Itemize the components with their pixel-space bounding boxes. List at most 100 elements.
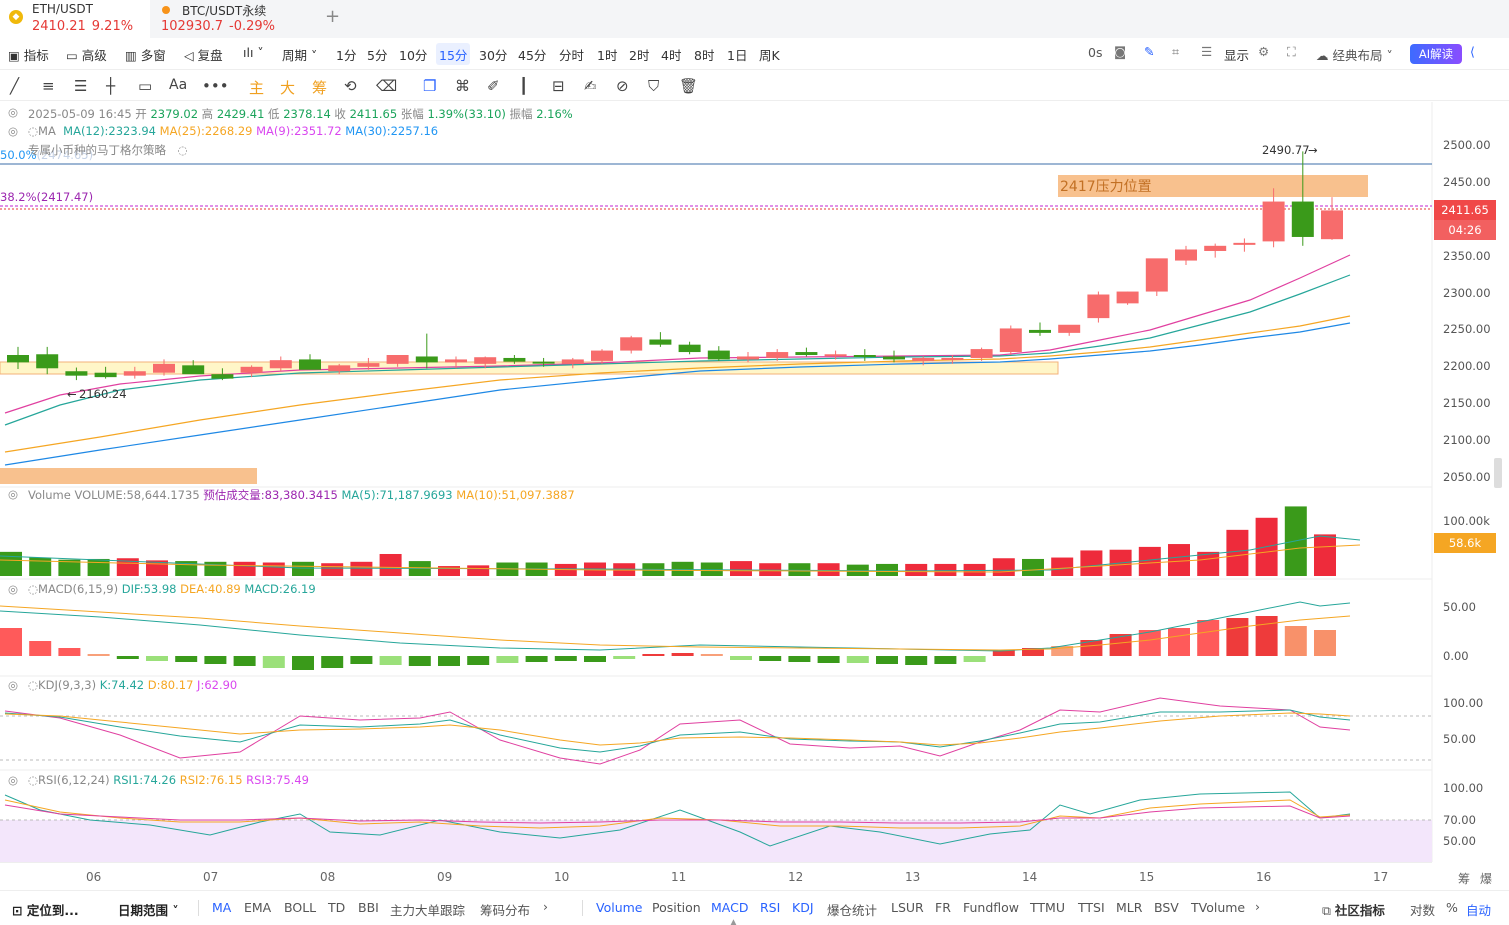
sub-indicator-lsur[interactable]: LSUR [891, 900, 924, 915]
candle[interactable] [1291, 201, 1314, 237]
candle[interactable] [182, 365, 205, 375]
interval-10m[interactable]: 10分 [399, 45, 427, 64]
chart-type-button[interactable]: ılı ˅ [243, 45, 264, 60]
candle[interactable] [1262, 201, 1285, 242]
main-indicator-chips[interactable]: 筹码分布 [480, 900, 530, 919]
interval-timeline[interactable]: 分时 [559, 45, 584, 64]
candle[interactable] [766, 352, 789, 358]
scroll-right-icon[interactable]: › [1255, 899, 1260, 914]
candle[interactable] [1087, 294, 1110, 319]
volume-bar[interactable] [321, 563, 344, 576]
scroll-right-icon[interactable]: › [543, 899, 548, 914]
advanced-button[interactable]: ▭ 高级 [66, 45, 107, 64]
candle[interactable] [299, 359, 321, 370]
sub-indicator-fr[interactable]: FR [935, 900, 951, 915]
collapse-handle-icon[interactable]: ▲ [730, 918, 737, 925]
candle[interactable] [1321, 210, 1343, 240]
main-indicator-ema[interactable]: EMA [244, 900, 271, 915]
tab-eth-usdt[interactable]: ◆ ETH/USDT 2410.21 9.21% [0, 0, 150, 38]
camera-icon[interactable]: ◙ [1114, 44, 1126, 59]
volume-bar[interactable] [350, 561, 373, 576]
volume-bar[interactable] [992, 558, 1015, 576]
channel-tool-icon[interactable]: ☰ [74, 77, 87, 95]
kdj-toggle-icon[interactable]: ◎ [8, 678, 18, 692]
candle[interactable] [707, 350, 730, 360]
interval-30m[interactable]: 30分 [479, 45, 507, 64]
list-icon[interactable]: ☰ [1201, 44, 1212, 59]
chips-axis-toggle[interactable]: 筹 [1458, 870, 1470, 887]
candle[interactable] [1058, 324, 1081, 333]
candle[interactable] [1029, 329, 1051, 333]
sub-indicator-tvolume[interactable]: TVolume [1191, 900, 1245, 915]
candle[interactable] [532, 361, 555, 364]
volume-bar[interactable] [817, 563, 840, 576]
hline-tool-icon[interactable]: ≡ [42, 77, 55, 95]
candle[interactable] [561, 359, 584, 364]
pencil-icon[interactable]: ✎ [1144, 44, 1154, 59]
hide-icon[interactable]: ⊘ [616, 77, 629, 95]
candle[interactable] [415, 356, 438, 363]
brush-icon[interactable]: ✐ [487, 77, 500, 95]
volume-bar[interactable] [29, 557, 52, 576]
axis-scroll-handle[interactable] [1494, 458, 1502, 488]
macd-toggle-icon[interactable]: ◎ [8, 582, 18, 596]
ray-tool-icon[interactable]: ┼ [106, 77, 115, 95]
sub-indicator-liquidation[interactable]: 爆仓统计 [827, 900, 877, 919]
volume-bar[interactable] [467, 565, 490, 576]
candle[interactable] [912, 357, 935, 361]
volume-bar[interactable] [379, 553, 402, 576]
replay-button[interactable]: ◁ 复盘 [184, 45, 223, 64]
interval-8h[interactable]: 8时 [694, 45, 714, 64]
link-icon[interactable]: ⌘ [455, 77, 470, 95]
volume-bar[interactable] [934, 563, 957, 576]
volume-bar[interactable] [730, 561, 752, 576]
volume-bar[interactable] [1226, 529, 1249, 576]
settings-icon[interactable]: ⚙ [1258, 44, 1269, 59]
big-order-toggle[interactable]: 大 [280, 77, 295, 98]
indicators-button[interactable]: ▣ 指标 [8, 45, 49, 64]
main-indicator-bigorder[interactable]: 主力大单跟踪 [390, 900, 465, 919]
community-indicators-button[interactable]: ⧉ 社区指标 [1322, 900, 1385, 919]
sub-indicator-ttsi[interactable]: TTSI [1078, 900, 1105, 915]
main-indicator-boll[interactable]: BOLL [284, 900, 316, 915]
volume-bar[interactable] [0, 551, 22, 576]
text-tool-icon[interactable]: Aa [169, 77, 187, 93]
candle[interactable] [153, 363, 175, 373]
interval-1d[interactable]: 1日 [727, 45, 747, 64]
candle[interactable] [1145, 258, 1168, 292]
volume-bar[interactable] [233, 561, 256, 576]
log-scale-toggle[interactable]: 对数 [1410, 900, 1435, 919]
date-range-dropdown[interactable]: 日期范围 ˅ [118, 900, 179, 919]
candle[interactable] [883, 356, 905, 360]
sub-indicator-bsv[interactable]: BSV [1154, 900, 1179, 915]
add-tab-icon[interactable]: + [325, 6, 340, 27]
candle[interactable] [591, 350, 613, 361]
layout-dropdown[interactable]: ☁ 经典布局 ˅ [1316, 45, 1393, 64]
sub-indicator-macd[interactable]: MACD [711, 900, 748, 915]
candle[interactable] [620, 337, 643, 351]
candle[interactable] [1175, 249, 1197, 261]
sub-indicator-volume[interactable]: Volume [596, 900, 643, 915]
candle[interactable] [853, 355, 876, 358]
notes-icon[interactable]: ✍ [584, 77, 597, 95]
volume-bar[interactable] [876, 563, 898, 576]
sub-indicator-fundflow[interactable]: Fundflow [963, 900, 1019, 915]
candle[interactable] [999, 328, 1022, 353]
filter-icon[interactable]: ⛉ [648, 77, 659, 95]
period-dropdown[interactable]: 周期 ˅ [282, 45, 317, 64]
ohlc-toggle-icon[interactable]: ◎ [8, 105, 18, 119]
candle[interactable] [386, 355, 409, 364]
candle[interactable] [328, 365, 351, 372]
liquidation-axis-toggle[interactable]: 爆 [1480, 870, 1492, 887]
eye-off-icon[interactable]: ◌ [178, 143, 188, 157]
volume-bar[interactable] [262, 562, 285, 576]
candle[interactable] [357, 363, 380, 367]
candle[interactable] [36, 354, 59, 369]
candle[interactable] [503, 357, 526, 362]
interval-5m[interactable]: 5分 [367, 45, 387, 64]
volume-bar[interactable] [1138, 546, 1161, 576]
display-button[interactable]: 显示 [1224, 45, 1249, 64]
main-chart-toggle[interactable]: 主 [249, 77, 264, 98]
volume-bar[interactable] [1051, 557, 1074, 576]
trash-lock-icon[interactable]: ⊟ [552, 77, 565, 95]
